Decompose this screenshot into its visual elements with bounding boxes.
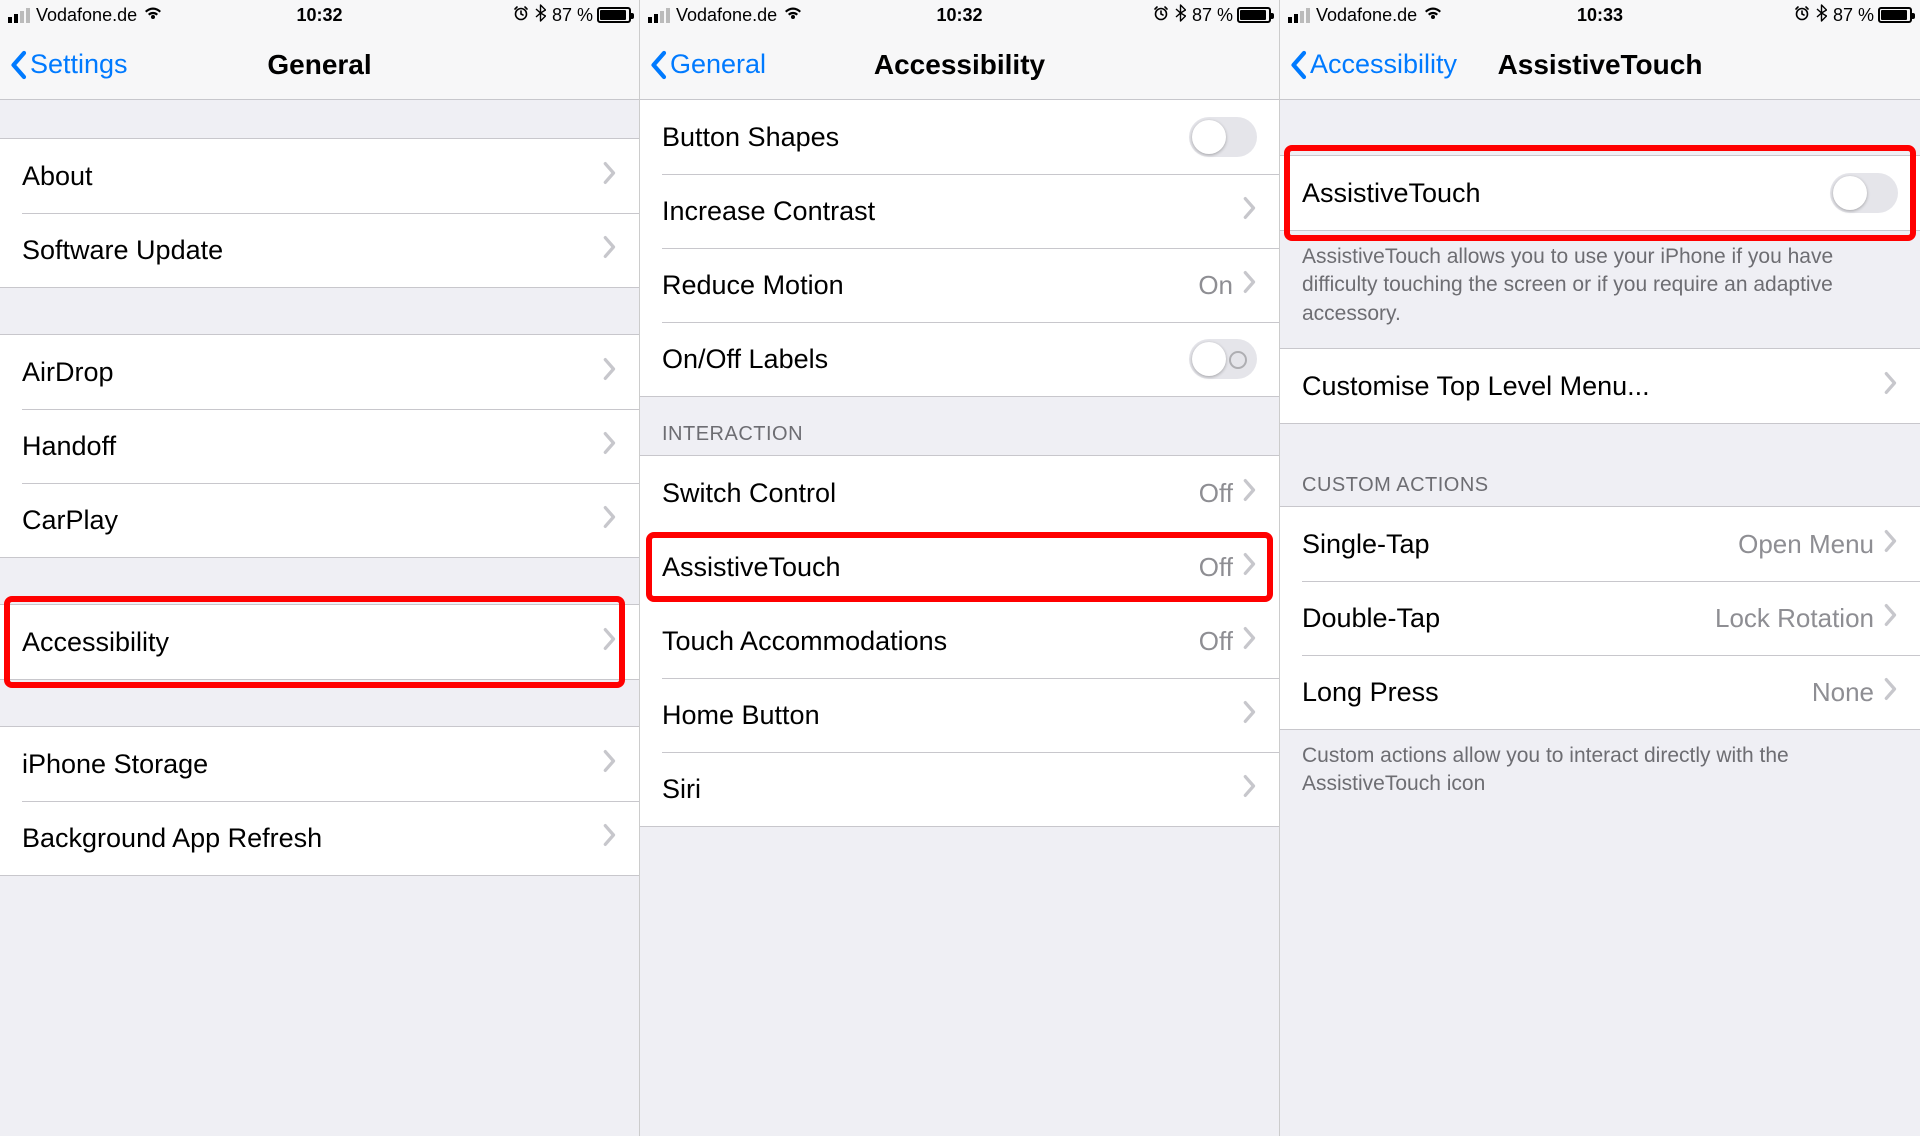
page-title: AssistiveTouch	[1498, 49, 1703, 81]
row-value: Off	[1199, 478, 1233, 509]
row-background-app-refresh[interactable]: Background App Refresh	[0, 801, 639, 875]
description-text: AssistiveTouch allows you to use your iP…	[1280, 231, 1920, 348]
status-time: 10:32	[640, 5, 1279, 26]
status-bar: Vodafone.de 10:32 87 %	[640, 0, 1279, 30]
row-value: Off	[1199, 626, 1233, 657]
screen-accessibility: Vodafone.de 10:32 87 % General Accessibi…	[640, 0, 1280, 1136]
back-label: Settings	[30, 49, 128, 80]
row-carplay[interactable]: CarPlay	[0, 483, 639, 557]
status-time: 10:33	[1280, 5, 1920, 26]
row-siri[interactable]: Siri	[640, 752, 1279, 826]
row-value: None	[1812, 677, 1874, 708]
chevron-right-icon	[1884, 603, 1898, 634]
chevron-right-icon	[603, 505, 617, 536]
row-touch-accommodations[interactable]: Touch Accommodations Off	[640, 604, 1279, 678]
screen-general: Vodafone.de 10:32 87 % Settings General …	[0, 0, 640, 1136]
chevron-right-icon	[603, 235, 617, 266]
row-value: Off	[1199, 552, 1233, 583]
status-time: 10:32	[0, 5, 639, 26]
row-value: Lock Rotation	[1715, 603, 1874, 634]
row-on-off-labels[interactable]: On/Off Labels	[640, 322, 1279, 396]
row-handoff[interactable]: Handoff	[0, 409, 639, 483]
chevron-right-icon	[1243, 700, 1257, 731]
chevron-right-icon	[1243, 196, 1257, 227]
row-iphone-storage[interactable]: iPhone Storage	[0, 727, 639, 801]
row-button-shapes[interactable]: Button Shapes	[640, 100, 1279, 174]
toggle-button-shapes[interactable]	[1189, 117, 1257, 157]
page-title: General	[267, 49, 371, 81]
row-customise-menu[interactable]: Customise Top Level Menu...	[1280, 349, 1920, 423]
back-button[interactable]: Settings	[8, 49, 128, 80]
page-title: Accessibility	[874, 49, 1045, 81]
chevron-right-icon	[603, 823, 617, 854]
nav-bar: Accessibility AssistiveTouch	[1280, 30, 1920, 100]
chevron-right-icon	[1884, 371, 1898, 402]
chevron-right-icon	[603, 627, 617, 658]
chevron-right-icon	[1243, 552, 1257, 583]
row-double-tap[interactable]: Double-Tap Lock Rotation	[1280, 581, 1920, 655]
footer-text: Custom actions allow you to interact dir…	[1280, 730, 1920, 819]
status-bar: Vodafone.de 10:32 87 %	[0, 0, 639, 30]
nav-bar: General Accessibility	[640, 30, 1279, 100]
chevron-right-icon	[1243, 478, 1257, 509]
row-value: Open Menu	[1738, 529, 1874, 560]
chevron-right-icon	[603, 357, 617, 388]
back-label: General	[670, 49, 766, 80]
screen-assistivetouch: Vodafone.de 10:33 87 % Accessibility Ass…	[1280, 0, 1920, 1136]
row-accessibility[interactable]: Accessibility	[0, 605, 639, 679]
chevron-right-icon	[603, 161, 617, 192]
row-increase-contrast[interactable]: Increase Contrast	[640, 174, 1279, 248]
toggle-assistive-touch[interactable]	[1830, 173, 1898, 213]
row-assistive-touch[interactable]: AssistiveTouch Off	[640, 530, 1279, 604]
back-label: Accessibility	[1310, 49, 1457, 80]
row-airdrop[interactable]: AirDrop	[0, 335, 639, 409]
chevron-right-icon	[603, 749, 617, 780]
back-button[interactable]: General	[648, 49, 766, 80]
section-header-custom-actions: CUSTOM ACTIONS	[1280, 424, 1920, 506]
status-bar: Vodafone.de 10:33 87 %	[1280, 0, 1920, 30]
row-about[interactable]: About	[0, 139, 639, 213]
chevron-right-icon	[1884, 677, 1898, 708]
back-button[interactable]: Accessibility	[1288, 49, 1457, 80]
row-reduce-motion[interactable]: Reduce Motion On	[640, 248, 1279, 322]
chevron-right-icon	[603, 431, 617, 462]
nav-bar: Settings General	[0, 30, 639, 100]
row-long-press[interactable]: Long Press None	[1280, 655, 1920, 729]
section-header-interaction: INTERACTION	[640, 397, 1279, 455]
row-switch-control[interactable]: Switch Control Off	[640, 456, 1279, 530]
row-software-update[interactable]: Software Update	[0, 213, 639, 287]
chevron-right-icon	[1884, 529, 1898, 560]
row-single-tap[interactable]: Single-Tap Open Menu	[1280, 507, 1920, 581]
chevron-right-icon	[1243, 774, 1257, 805]
row-value: On	[1198, 270, 1233, 301]
chevron-right-icon	[1243, 626, 1257, 657]
chevron-right-icon	[1243, 270, 1257, 301]
row-assistive-touch-toggle[interactable]: AssistiveTouch	[1280, 156, 1920, 230]
row-home-button[interactable]: Home Button	[640, 678, 1279, 752]
toggle-on-off-labels[interactable]	[1189, 339, 1257, 379]
